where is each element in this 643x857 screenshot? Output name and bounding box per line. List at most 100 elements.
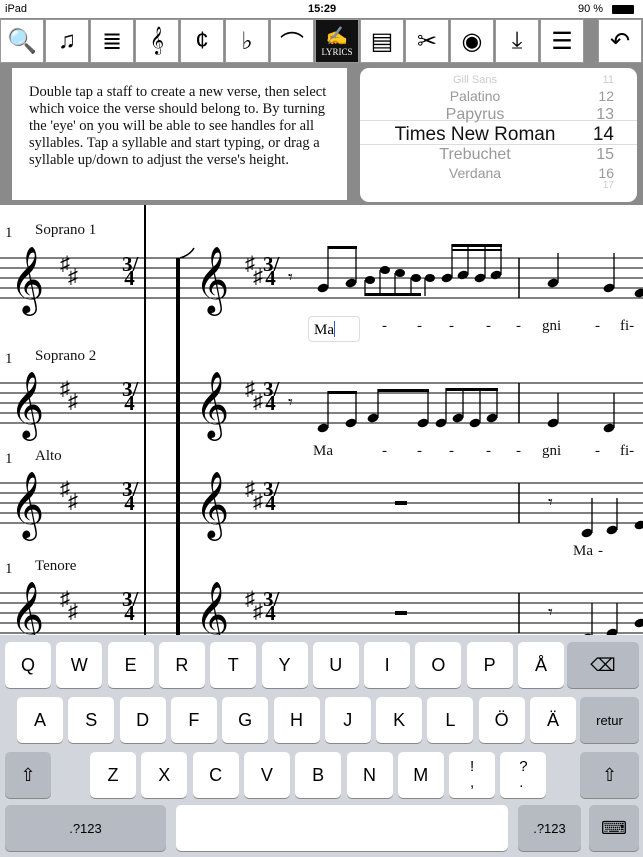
key-row3[interactable]: V bbox=[243, 752, 290, 798]
key-s[interactable]: S bbox=[68, 697, 115, 743]
lyric-syllable: gni bbox=[542, 318, 562, 334]
key-l[interactable]: L bbox=[427, 697, 474, 743]
lyric-syllable: fi- bbox=[620, 318, 635, 334]
key-d[interactable]: D bbox=[119, 697, 166, 743]
beam bbox=[328, 391, 357, 394]
numbers-key-right[interactable]: .?123 bbox=[518, 805, 581, 851]
note-head bbox=[411, 274, 421, 282]
numbers-key-left[interactable]: .?123 bbox=[5, 805, 166, 851]
key-o[interactable]: O bbox=[415, 642, 462, 688]
treble-clef: 𝄞 bbox=[195, 370, 229, 441]
hide-keyboard-key[interactable]: ⌨ bbox=[589, 805, 639, 851]
lyric-input[interactable]: Ma bbox=[308, 316, 360, 342]
key-e[interactable]: E bbox=[107, 642, 154, 688]
shift-key-right[interactable]: ⇧ bbox=[580, 752, 639, 798]
key-row3[interactable]: B bbox=[295, 752, 342, 798]
key-t[interactable]: T bbox=[210, 642, 257, 688]
lyric-syllable: - bbox=[382, 318, 387, 334]
staff-name: Alto bbox=[35, 448, 62, 464]
key-row3[interactable]: ! , bbox=[449, 752, 496, 798]
scissors-button[interactable]: ✂ bbox=[405, 19, 449, 63]
font-size: 13 bbox=[596, 106, 614, 123]
shift-icon: ⇧ bbox=[601, 764, 618, 785]
search-button[interactable]: 🔍 bbox=[0, 19, 44, 63]
text-caret bbox=[334, 321, 335, 337]
lyric-syllable: - bbox=[516, 443, 521, 459]
dynamics-button[interactable]: ⌒ bbox=[270, 19, 314, 63]
whole-rest bbox=[395, 501, 407, 505]
return-key[interactable]: retur bbox=[580, 697, 639, 743]
eye-icon: ◉ bbox=[461, 27, 483, 55]
archive-icon: ▤ bbox=[370, 27, 394, 55]
key-i[interactable]: I bbox=[364, 642, 411, 688]
beam bbox=[378, 389, 429, 392]
time-signature-button[interactable]: ¢ bbox=[180, 19, 224, 63]
eighth-rest: 𝄾 bbox=[288, 392, 293, 412]
beam bbox=[446, 388, 498, 391]
bracket-hook bbox=[179, 247, 195, 259]
lyrics-button[interactable]: ✍ LYRICS bbox=[315, 19, 359, 63]
document-button[interactable]: ☰ bbox=[540, 19, 584, 63]
key-q[interactable]: Q bbox=[5, 642, 51, 688]
key-u[interactable]: U bbox=[312, 642, 359, 688]
key-a[interactable]: A bbox=[17, 697, 63, 743]
shift-key-left[interactable]: ⇧ bbox=[5, 752, 51, 798]
key-å[interactable]: Å bbox=[518, 642, 564, 688]
staff-number: 1 bbox=[5, 451, 13, 467]
beam bbox=[452, 249, 502, 251]
lyric-syllable: - bbox=[382, 443, 387, 459]
font-size: 15 bbox=[596, 146, 614, 163]
space-key[interactable] bbox=[176, 805, 508, 851]
note-button[interactable]: ♫ bbox=[45, 19, 89, 63]
key-row3[interactable]: Z bbox=[90, 752, 136, 798]
download-button[interactable]: ⤓ bbox=[495, 19, 539, 63]
key-k[interactable]: K bbox=[376, 697, 423, 743]
sharp-sign: ♯ bbox=[253, 601, 263, 623]
key-ö[interactable]: Ö bbox=[478, 697, 525, 743]
font-size: 12 bbox=[598, 88, 614, 104]
key-r[interactable]: R bbox=[158, 642, 205, 688]
key-ä[interactable]: Ä bbox=[530, 697, 576, 743]
font-picker[interactable]: Gill Sans 11 Palatino 12 Papyrus 13 Times New … bbox=[360, 68, 637, 202]
treble-clef: 𝄞 bbox=[10, 470, 44, 541]
sharp-sign: ♯ bbox=[68, 391, 78, 413]
eye-button[interactable]: ◉ bbox=[450, 19, 494, 63]
key-row3[interactable]: N bbox=[346, 752, 393, 798]
scissors-icon: ✂ bbox=[416, 27, 438, 55]
key-j[interactable]: J bbox=[324, 697, 371, 743]
staff-lines-button[interactable]: ≣ bbox=[90, 19, 134, 63]
battery-icon bbox=[612, 5, 634, 14]
archive-button[interactable]: ▤ bbox=[360, 19, 404, 63]
note-icon: ♫ bbox=[58, 27, 76, 54]
beam bbox=[452, 244, 502, 247]
key-signature-button[interactable]: ♭ bbox=[225, 19, 269, 63]
key-row3[interactable]: M bbox=[397, 752, 444, 798]
lyric-syllable: - bbox=[595, 318, 600, 334]
key-row3[interactable]: X bbox=[141, 752, 188, 798]
lyric-syllable: - bbox=[486, 443, 491, 459]
staff-lines-icon: ≣ bbox=[101, 27, 123, 55]
score-canvas[interactable]: 𝄞 ♯♯ 𝄞 ♯♯𝄞 ♯♯ 𝄞 ♯♯𝄞 ♯♯ 𝄞 ♯♯𝄞 ♯♯ 𝄞 ♯♯𝄾𝄾𝄾𝄾 bbox=[0, 205, 643, 635]
backspace-key[interactable]: ⌫ bbox=[567, 642, 639, 688]
staff-number: 1 bbox=[5, 225, 13, 241]
key-row3[interactable]: C bbox=[192, 752, 239, 798]
note-head bbox=[634, 618, 643, 628]
key-row3[interactable]: ? . bbox=[500, 752, 547, 798]
key-f[interactable]: F bbox=[170, 697, 217, 743]
backspace-icon: ⌫ bbox=[590, 654, 616, 675]
score-view[interactable]: 𝄞 ♯ ♯ 𝄞 ♯ ♯ 𝄞 ♯ ♯ 𝄞 ♯ ♯ 𝄞 ♯ ♯ 𝄞 ♯ ♯ 𝄞 ♯ ♯ 𝄞 ♯ ♯ 𝄾 𝄾 𝄾 𝄾 Ma 3/4 3/4 3/… bbox=[0, 205, 643, 635]
back-button[interactable]: ↶ bbox=[598, 19, 642, 63]
time-signature: 3/4 bbox=[122, 252, 139, 290]
sharp-sign: ♯ bbox=[253, 266, 263, 288]
key-h[interactable]: H bbox=[273, 697, 320, 743]
help-text: Double tap a staff to create a new verse… bbox=[12, 68, 347, 200]
key-w[interactable]: W bbox=[56, 642, 103, 688]
key-y[interactable]: Y bbox=[261, 642, 308, 688]
lyric-syllable: - bbox=[595, 443, 600, 459]
font-name: Palatino bbox=[449, 88, 501, 104]
key-p[interactable]: P bbox=[466, 642, 513, 688]
treble-clef-button[interactable]: 𝄞 bbox=[135, 19, 179, 63]
note-head bbox=[365, 276, 375, 284]
document-icon: ☰ bbox=[551, 27, 573, 55]
key-g[interactable]: G bbox=[222, 697, 269, 743]
